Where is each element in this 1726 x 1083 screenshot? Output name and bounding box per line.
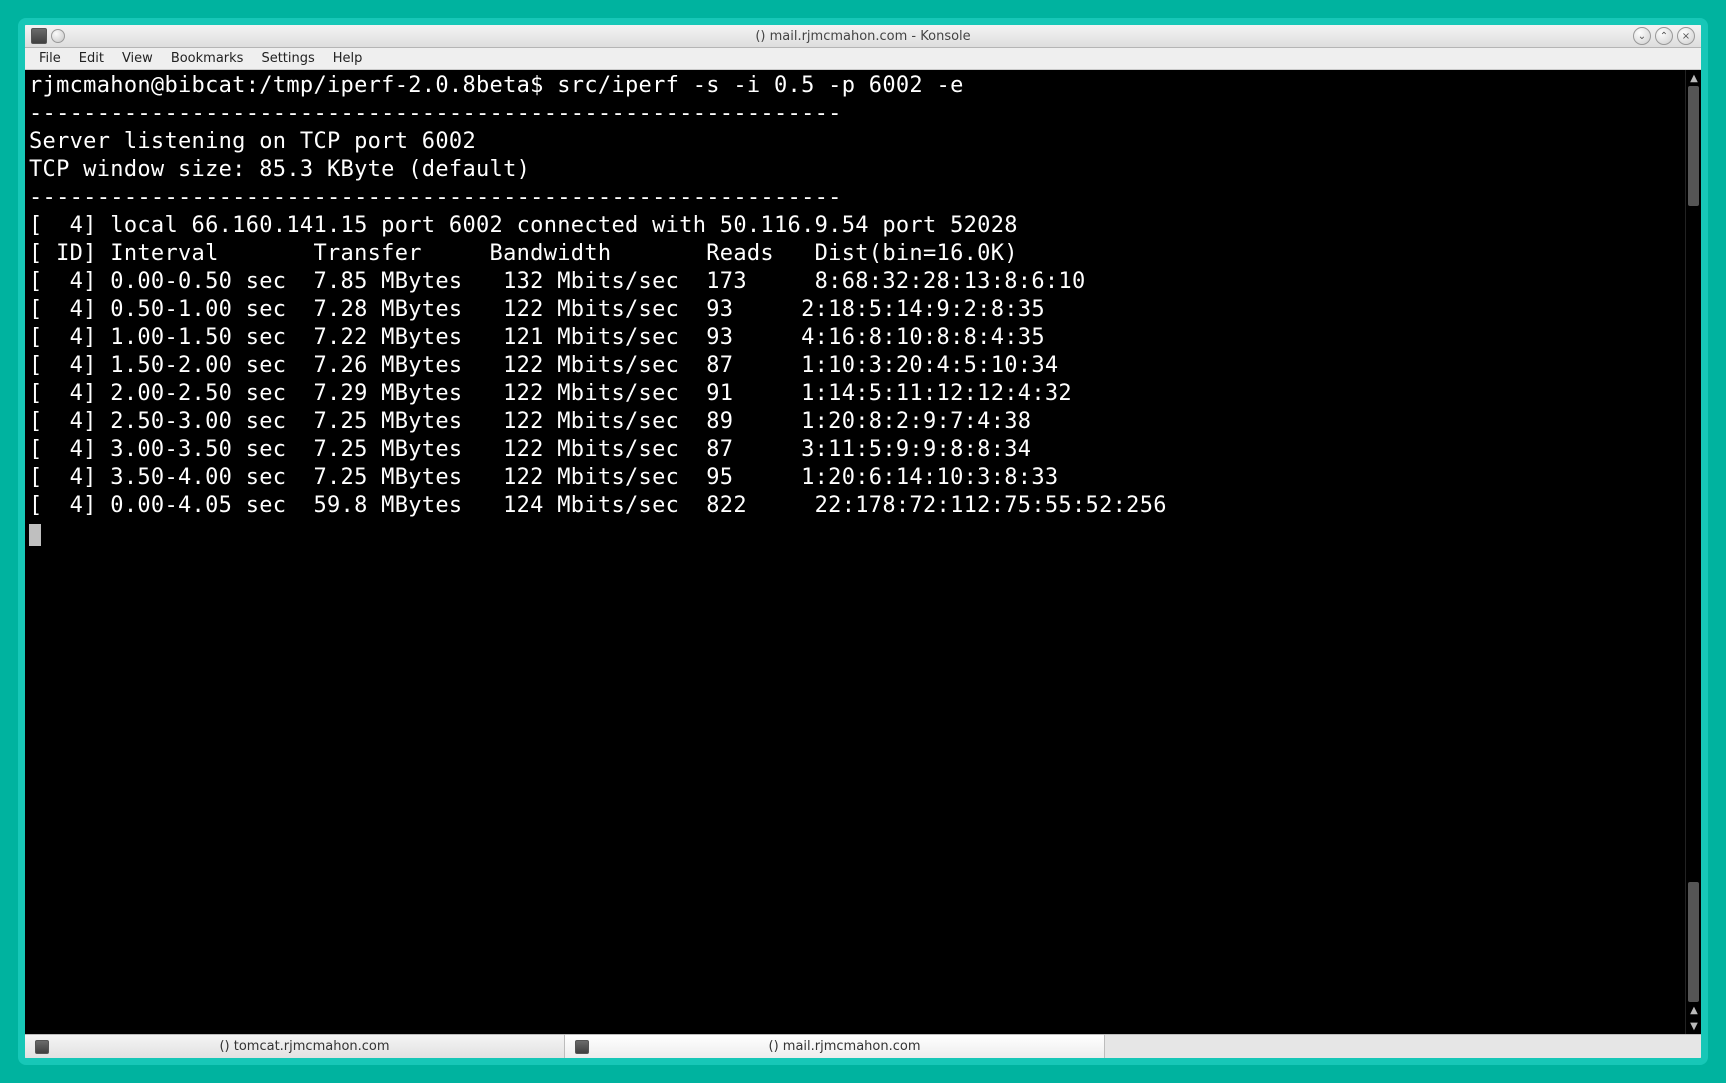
menu-file[interactable]: File bbox=[31, 49, 69, 68]
scroll-up-icon-2[interactable]: ▲ bbox=[1686, 1002, 1702, 1018]
tabbar: () tomcat.rjmcmahon.com () mail.rjmcmaho… bbox=[25, 1034, 1701, 1058]
scrollbar-thumb-bottom[interactable] bbox=[1688, 882, 1699, 1002]
window-title: () mail.rjmcmahon.com - Konsole bbox=[25, 29, 1701, 44]
minimize-button[interactable]: ⌄ bbox=[1633, 27, 1651, 45]
menu-help[interactable]: Help bbox=[325, 49, 371, 68]
terminal-output[interactable]: rjmcmahon@bibcat:/tmp/iperf-2.0.8beta$ s… bbox=[25, 70, 1685, 1034]
menu-edit[interactable]: Edit bbox=[71, 49, 112, 68]
terminal-scrollbar[interactable]: ▲ ▲ ▼ bbox=[1685, 70, 1701, 1034]
konsole-window: () mail.rjmcmahon.com - Konsole ⌄ ⌃ × Fi… bbox=[18, 18, 1708, 1065]
maximize-button[interactable]: ⌃ bbox=[1655, 27, 1673, 45]
scrollbar-track[interactable] bbox=[1686, 86, 1701, 1002]
scroll-up-icon[interactable]: ▲ bbox=[1686, 70, 1702, 86]
menu-bookmarks[interactable]: Bookmarks bbox=[163, 49, 252, 68]
tab-mail[interactable]: () mail.rjmcmahon.com bbox=[565, 1035, 1105, 1058]
menu-view[interactable]: View bbox=[114, 49, 161, 68]
app-icon bbox=[31, 28, 47, 44]
terminal-cursor bbox=[29, 524, 41, 546]
terminal-wrapper: rjmcmahon@bibcat:/tmp/iperf-2.0.8beta$ s… bbox=[25, 70, 1701, 1034]
tab-tomcat[interactable]: () tomcat.rjmcmahon.com bbox=[25, 1035, 565, 1058]
titlebar-right-controls: ⌄ ⌃ × bbox=[1633, 27, 1695, 45]
tab-icon bbox=[575, 1040, 589, 1054]
pin-window-icon[interactable] bbox=[51, 29, 65, 43]
close-button[interactable]: × bbox=[1677, 27, 1695, 45]
tab-icon bbox=[35, 1040, 49, 1054]
scroll-down-icon[interactable]: ▼ bbox=[1686, 1018, 1702, 1034]
tab-label: () tomcat.rjmcmahon.com bbox=[55, 1039, 554, 1054]
titlebar[interactable]: () mail.rjmcmahon.com - Konsole ⌄ ⌃ × bbox=[25, 25, 1701, 48]
scrollbar-thumb-top[interactable] bbox=[1688, 86, 1699, 206]
menu-settings[interactable]: Settings bbox=[253, 49, 322, 68]
titlebar-left-controls bbox=[31, 28, 65, 44]
tab-label: () mail.rjmcmahon.com bbox=[595, 1039, 1094, 1054]
menubar: File Edit View Bookmarks Settings Help bbox=[25, 48, 1701, 70]
